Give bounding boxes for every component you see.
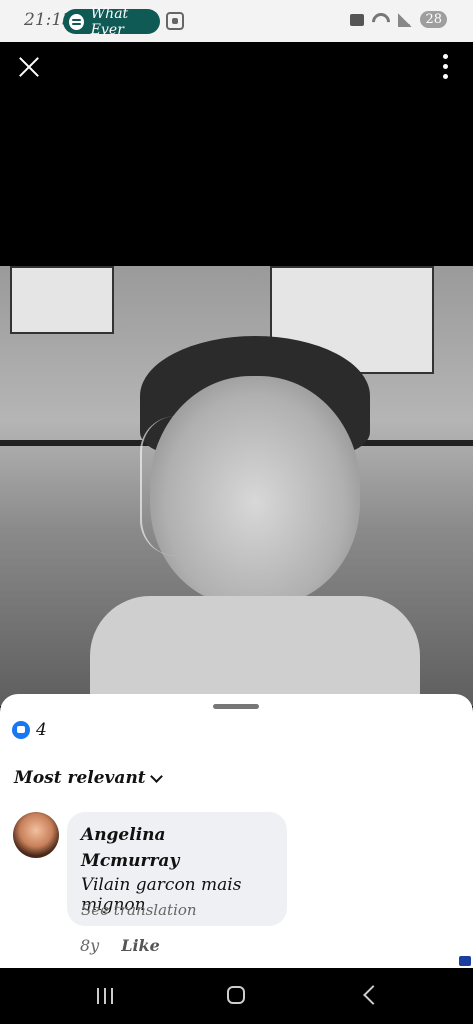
spotify-icon bbox=[69, 13, 84, 30]
reaction-count: 4 bbox=[36, 720, 47, 740]
photo-body bbox=[90, 596, 420, 706]
home-icon[interactable] bbox=[227, 986, 245, 1004]
recents-icon[interactable] bbox=[95, 988, 115, 1004]
comment-meta: 8y Like bbox=[80, 936, 160, 955]
filter-label: Most relevant bbox=[14, 768, 146, 788]
signal-icon bbox=[398, 12, 413, 27]
battery-indicator: 28 bbox=[420, 11, 447, 28]
comment-time: 8y bbox=[80, 936, 100, 955]
media-title: What Ever bbox=[90, 5, 129, 38]
floating-badge-icon bbox=[459, 956, 471, 966]
comment-author[interactable]: Angelina Mcmurray bbox=[81, 822, 231, 874]
comments-sheet: 4 Most relevant Angelina Mcmurray Vilain… bbox=[0, 694, 473, 968]
avatar[interactable] bbox=[13, 812, 59, 858]
system-nav-bar bbox=[0, 968, 473, 1024]
status-indicators: 28 bbox=[350, 11, 447, 28]
media-playback-pill[interactable]: What Ever bbox=[63, 6, 160, 38]
more-options-icon[interactable] bbox=[443, 54, 449, 80]
photo[interactable] bbox=[0, 266, 473, 706]
sheet-grabber[interactable] bbox=[213, 704, 259, 709]
chevron-down-icon bbox=[149, 769, 163, 783]
see-translation-link[interactable]: See translation bbox=[81, 901, 197, 919]
photo-poster-left bbox=[10, 266, 114, 334]
screenshot-icon bbox=[166, 12, 184, 30]
back-icon[interactable] bbox=[363, 985, 383, 1005]
wifi-icon bbox=[372, 13, 390, 27]
close-icon[interactable] bbox=[16, 54, 42, 80]
photo-smoke bbox=[140, 416, 212, 556]
comment-bubble[interactable]: Angelina Mcmurray Vilain garcon mais mig… bbox=[67, 812, 287, 926]
comments-filter[interactable]: Most relevant bbox=[14, 768, 163, 788]
folder-icon bbox=[350, 13, 365, 26]
like-reaction-icon bbox=[12, 721, 30, 739]
like-button[interactable]: Like bbox=[121, 936, 160, 955]
status-bar: 21:13 What Ever 28 bbox=[0, 0, 473, 42]
reaction-summary[interactable]: 4 bbox=[12, 720, 47, 740]
